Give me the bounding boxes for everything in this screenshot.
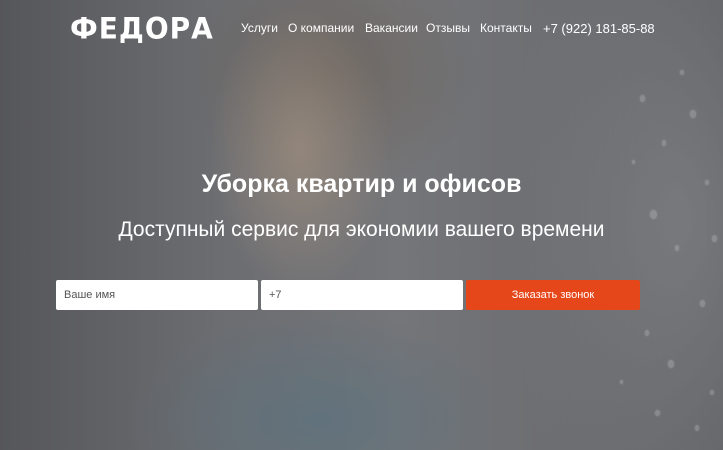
nav-item-about[interactable]: О компании — [288, 21, 354, 35]
site-header: ФЕДОРА Услуги О компании Вакансии Отзывы… — [0, 0, 723, 60]
header-phone-link[interactable]: +7 (922) 181-85-88 — [543, 21, 655, 36]
phone-input[interactable] — [261, 280, 463, 310]
nav-item-reviews[interactable]: Отзывы — [426, 21, 470, 35]
nav-item-services[interactable]: Услуги — [241, 21, 278, 35]
hero-title: Уборка квартир и офисов — [201, 170, 522, 198]
nav-item-vacancies[interactable]: Вакансии — [365, 21, 418, 35]
name-input[interactable] — [56, 280, 258, 310]
nav-item-contacts[interactable]: Контакты — [480, 21, 532, 35]
hero-subtitle: Доступный сервис для экономии вашего вре… — [118, 218, 605, 241]
request-call-button[interactable]: Заказать звонок — [466, 280, 640, 310]
